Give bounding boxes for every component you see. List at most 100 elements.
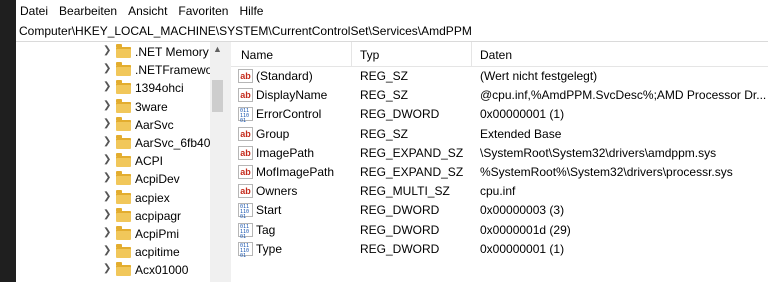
- scroll-up-icon[interactable]: ▲: [213, 44, 222, 54]
- column-name[interactable]: Name: [241, 48, 273, 62]
- value-row[interactable]: ab Group REG_SZ Extended Base: [231, 125, 768, 144]
- tree-item[interactable]: ❯ AarSvc: [16, 115, 224, 135]
- tree-item[interactable]: ❯ AarSvc_6fb40: [16, 133, 224, 153]
- value-type: REG_MULTI_SZ: [360, 184, 450, 199]
- folder-icon: [116, 207, 131, 222]
- menu-bar: Datei Bearbeiten Ansicht Favoriten Hilfe: [16, 0, 768, 22]
- tree-item[interactable]: ❯ acpiex: [16, 188, 224, 208]
- tree-item[interactable]: ❯ ACPI: [16, 151, 224, 171]
- tree-item[interactable]: ❯ acpipagr: [16, 206, 224, 226]
- value-row[interactable]: ab MofImagePath REG_EXPAND_SZ %SystemRoot%\…: [231, 163, 768, 182]
- value-data: 0x00000003 (3): [480, 203, 565, 218]
- folder-icon: [116, 98, 131, 113]
- tree-item-label: AarSvc_6fb40: [135, 136, 211, 150]
- scroll-thumb[interactable]: [212, 80, 223, 112]
- value-row[interactable]: ab DisplayName REG_SZ @cpu.inf,%AmdPPM.SvcD…: [231, 86, 768, 105]
- value-name: ImagePath: [256, 145, 315, 160]
- chevron-right-icon[interactable]: ❯: [103, 82, 111, 92]
- tree-item-label: ACPI: [135, 154, 164, 169]
- values-header: Name Typ Daten: [231, 42, 768, 67]
- tree-item-label: acpitime: [135, 245, 180, 260]
- column-divider[interactable]: [471, 42, 472, 66]
- value-row[interactable]: 011 110 01 Type REG_DWORD 0x00000001 (1): [231, 240, 768, 259]
- menu-bearbeiten[interactable]: Bearbeiten: [55, 0, 124, 18]
- value-name: (Standard): [256, 69, 313, 83]
- value-row[interactable]: ab (Standard) REG_SZ (Wert nicht festgelegt…: [231, 67, 768, 86]
- chevron-right-icon[interactable]: ❯: [103, 155, 111, 165]
- binary-value-icon: 011 110 01: [238, 107, 253, 124]
- column-type[interactable]: Typ: [360, 48, 379, 62]
- value-data: 0x0000001d (29): [480, 222, 571, 237]
- folder-icon: [116, 171, 131, 186]
- tree-item[interactable]: ❯ AcpiPmi: [16, 224, 224, 244]
- string-value-icon: ab: [238, 126, 253, 141]
- tree-item-label: acpipagr: [135, 208, 182, 223]
- folder-icon: [116, 189, 131, 204]
- column-divider[interactable]: [351, 42, 352, 66]
- value-data: %SystemRoot%\System32\drivers\processr.s…: [480, 165, 733, 179]
- menu-favoriten[interactable]: Favoriten: [174, 0, 235, 18]
- key-tree: ❯ .NET Memory ❯ .NETFramewo ❯ 1394ohci ❯ 3ware ❯…: [16, 42, 224, 282]
- chevron-right-icon[interactable]: ❯: [103, 137, 111, 147]
- value-type: REG_DWORD: [360, 203, 440, 218]
- chevron-right-icon[interactable]: ❯: [103, 209, 111, 219]
- tree-item[interactable]: ❯ 3ware: [16, 97, 224, 117]
- value-row[interactable]: ab ImagePath REG_EXPAND_SZ \SystemRoot\Syst…: [231, 144, 768, 163]
- value-type: REG_EXPAND_SZ: [360, 145, 464, 160]
- binary-value-icon: 011 110 01: [238, 222, 253, 239]
- value-name: Type: [256, 241, 283, 256]
- tree-scrollbar[interactable]: ▲: [210, 42, 225, 282]
- value-data: @cpu.inf,%AmdPPM.SvcDesc%;AMD Processor …: [480, 88, 767, 103]
- tree-item[interactable]: ❯ 1394ohci: [16, 78, 224, 98]
- tree-item[interactable]: ❯ .NETFramewo: [16, 60, 224, 80]
- address-path[interactable]: Computer\HKEY_LOCAL_MACHINE\SYSTEM\Curre…: [19, 24, 472, 38]
- tree-item[interactable]: ❯ AcpiDev: [16, 169, 224, 189]
- tree-item-label: 1394ohci: [135, 81, 184, 96]
- folder-icon: [116, 226, 131, 240]
- value-row[interactable]: ab Owners REG_MULTI_SZ cpu.inf: [231, 182, 768, 201]
- chevron-right-icon[interactable]: ❯: [103, 64, 111, 74]
- value-data: Extended Base: [480, 126, 562, 141]
- value-data: 0x00000001 (1): [480, 107, 565, 122]
- tree-item-label: AarSvc: [135, 117, 174, 132]
- tree-item[interactable]: ❯ .NET Memory: [16, 42, 224, 62]
- value-type: REG_DWORD: [360, 107, 440, 122]
- tree-item[interactable]: ❯ Acx01000: [16, 260, 224, 280]
- value-type: REG_EXPAND_SZ: [360, 165, 464, 179]
- folder-icon: [116, 116, 131, 131]
- chevron-right-icon[interactable]: ❯: [103, 264, 111, 274]
- menu-ansicht[interactable]: Ansicht: [124, 0, 174, 18]
- menu-datei[interactable]: Datei: [16, 0, 55, 18]
- tree-item[interactable]: ❯ acpitime: [16, 242, 224, 262]
- menu-hilfe[interactable]: Hilfe: [235, 0, 270, 18]
- tree-item-label: 3ware: [135, 99, 168, 114]
- value-type: REG_DWORD: [360, 241, 440, 256]
- column-data[interactable]: Daten: [480, 48, 512, 62]
- chevron-right-icon[interactable]: ❯: [103, 228, 111, 238]
- tree-item-label: .NET Memory: [135, 45, 209, 59]
- chevron-right-icon[interactable]: ❯: [103, 246, 111, 256]
- string-value-icon: ab: [238, 145, 253, 160]
- binary-value-icon: 011 110 01: [238, 241, 253, 258]
- value-type: REG_SZ: [360, 126, 409, 141]
- tree-item-label: AcpiDev: [135, 172, 180, 187]
- value-row[interactable]: 011 110 01 ErrorControl REG_DWORD 0x0000000…: [231, 105, 768, 124]
- value-row[interactable]: 011 110 01 Start REG_DWORD 0x00000003 (3): [231, 201, 768, 220]
- folder-icon: [116, 135, 131, 149]
- value-name: ErrorControl: [256, 107, 322, 122]
- values-list: Name Typ Daten ab (Standard) REG_SZ (Wert n…: [231, 42, 768, 282]
- tree-item-label: .NETFramewo: [135, 63, 213, 78]
- background-window-edge: [0, 0, 16, 282]
- tree-item-label: acpiex: [135, 190, 170, 205]
- chevron-right-icon[interactable]: ❯: [103, 118, 111, 128]
- address-bar[interactable]: Computer\HKEY_LOCAL_MACHINE\SYSTEM\Curre…: [16, 22, 768, 42]
- chevron-right-icon[interactable]: ❯: [103, 100, 111, 110]
- chevron-right-icon[interactable]: ❯: [103, 46, 111, 56]
- value-row[interactable]: 011 110 01 Tag REG_DWORD 0x0000001d (29): [231, 221, 768, 240]
- chevron-right-icon[interactable]: ❯: [103, 173, 111, 183]
- folder-icon: [116, 62, 131, 77]
- chevron-right-icon[interactable]: ❯: [103, 191, 111, 201]
- folder-icon: [116, 244, 131, 259]
- string-value-icon: ab: [238, 69, 253, 83]
- value-name: Owners: [256, 184, 298, 199]
